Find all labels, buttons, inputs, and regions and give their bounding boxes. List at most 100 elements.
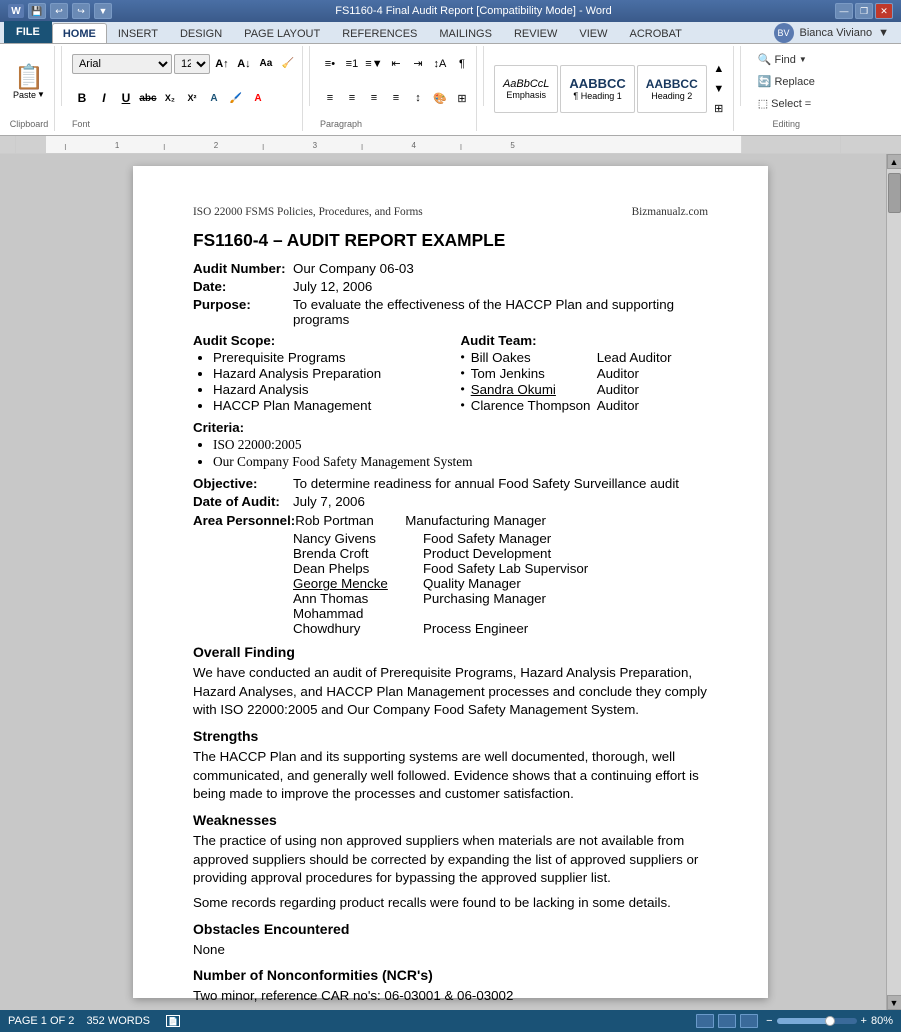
- quick-access-more[interactable]: ▼: [94, 3, 112, 19]
- tab-page-layout[interactable]: PAGE LAYOUT: [233, 23, 331, 43]
- style-heading1[interactable]: AABBCC ¶ Heading 1: [560, 65, 634, 113]
- tab-file[interactable]: FILE: [4, 21, 52, 43]
- ruler-body: 1 2 3 4 5: [15, 136, 841, 153]
- paste-button[interactable]: 📋 Paste ▼: [8, 63, 50, 103]
- redo-btn[interactable]: ↪: [72, 3, 90, 19]
- align-center-btn[interactable]: ≡: [342, 88, 362, 108]
- style-h1-preview: AABBCC: [569, 76, 625, 91]
- subscript-btn[interactable]: X₂: [160, 88, 180, 108]
- criteria-label: Criteria:: [193, 420, 708, 435]
- zoom-out-icon[interactable]: −: [766, 1015, 772, 1027]
- clear-format-btn[interactable]: 🧹: [278, 54, 298, 74]
- justify-btn[interactable]: ≡: [386, 88, 406, 108]
- close-btn[interactable]: ✕: [875, 3, 893, 19]
- scroll-thumb[interactable]: [888, 173, 901, 213]
- italic-btn[interactable]: I: [94, 88, 114, 108]
- styles-scroll-down[interactable]: ▼: [709, 79, 729, 99]
- maximize-btn[interactable]: ❐: [855, 3, 873, 19]
- change-case-btn[interactable]: Aa: [256, 54, 276, 74]
- text-effect-btn[interactable]: A: [204, 88, 224, 108]
- line-spacing-btn[interactable]: ↕: [408, 88, 428, 108]
- area-personnel-section: Area Personnel: Rob Portman Manufacturin…: [193, 513, 708, 636]
- vertical-scrollbar[interactable]: ▲ ▼: [886, 154, 901, 1010]
- svg-text:2: 2: [214, 141, 219, 150]
- align-left-btn[interactable]: ≡: [320, 88, 340, 108]
- personnel-name-6: Mohammad: [293, 606, 423, 621]
- personnel-title-2: Product Development: [423, 546, 551, 561]
- status-right: − + 80%: [696, 1014, 893, 1028]
- grow-font-btn[interactable]: A↑: [212, 54, 232, 74]
- font-color-btn[interactable]: A: [248, 88, 268, 108]
- shrink-font-btn[interactable]: A↓: [234, 54, 254, 74]
- underline-btn[interactable]: U: [116, 88, 136, 108]
- separator-3: [483, 46, 484, 106]
- full-read-btn[interactable]: [718, 1014, 736, 1028]
- minimize-btn[interactable]: —: [835, 3, 853, 19]
- overall-finding-body: We have conducted an audit of Prerequisi…: [193, 664, 708, 720]
- date-of-audit-row: Date of Audit: July 7, 2006: [193, 494, 708, 509]
- styles-more[interactable]: ⊞: [709, 99, 729, 119]
- tab-references[interactable]: REFERENCES: [331, 23, 428, 43]
- highlight-btn[interactable]: 🖌️: [226, 88, 246, 108]
- undo-btn[interactable]: ↩: [50, 3, 68, 19]
- user-dropdown-icon[interactable]: ▼: [878, 27, 889, 39]
- align-right-btn[interactable]: ≡: [364, 88, 384, 108]
- replace-btn[interactable]: 🔄 Replace: [751, 72, 822, 91]
- find-dropdown-icon[interactable]: ▼: [799, 55, 807, 64]
- paste-icon: 📋: [14, 66, 44, 90]
- personnel-name-3: Dean Phelps: [293, 561, 423, 576]
- strikethrough-btn[interactable]: abc: [138, 88, 158, 108]
- font-row-1: Arial 12 A↑ A↓ Aa 🧹: [72, 48, 298, 80]
- web-layout-btn[interactable]: [740, 1014, 758, 1028]
- personnel-row-5: Ann Thomas Purchasing Manager: [193, 591, 708, 606]
- page-header: ISO 22000 FSMS Policies, Procedures, and…: [193, 206, 708, 218]
- increase-indent-btn[interactable]: ⇥: [408, 54, 428, 74]
- tab-view[interactable]: VIEW: [568, 23, 618, 43]
- word-icon: W: [8, 4, 24, 18]
- doc-scroll-area[interactable]: ISO 22000 FSMS Policies, Procedures, and…: [15, 154, 886, 1010]
- shading-btn[interactable]: 🎨: [430, 88, 450, 108]
- audit-scope-list: Prerequisite Programs Hazard Analysis Pr…: [193, 350, 441, 413]
- sort-btn[interactable]: ↕A: [430, 54, 450, 74]
- scope-item-1: Hazard Analysis Preparation: [213, 366, 441, 381]
- font-size-select[interactable]: 12: [174, 54, 210, 74]
- scroll-up-btn[interactable]: ▲: [887, 154, 901, 169]
- quick-save-btn[interactable]: 💾: [28, 3, 46, 19]
- superscript-btn[interactable]: X²: [182, 88, 202, 108]
- scope-item-2: Hazard Analysis: [213, 382, 441, 397]
- zoom-slider[interactable]: − + 80%: [766, 1015, 893, 1027]
- user-avatar: BV: [774, 23, 794, 43]
- paste-dropdown-icon[interactable]: ▼: [37, 90, 45, 99]
- print-layout-btn[interactable]: [696, 1014, 714, 1028]
- multilevel-btn[interactable]: ≡▼: [364, 54, 384, 74]
- zoom-in-icon[interactable]: +: [861, 1015, 867, 1027]
- numbering-btn[interactable]: ≡1: [342, 54, 362, 74]
- find-btn[interactable]: 🔍 Find ▼: [751, 50, 822, 69]
- font-row-2: B I U abc X₂ X² A 🖌️ A: [72, 83, 268, 115]
- bold-btn[interactable]: B: [72, 88, 92, 108]
- style-emphasis[interactable]: AaBbCcL Emphasis: [494, 65, 558, 113]
- select-btn[interactable]: ⬚ Select =: [751, 94, 822, 113]
- decrease-indent-btn[interactable]: ⇤: [386, 54, 406, 74]
- personnel-title-3: Food Safety Lab Supervisor: [423, 561, 588, 576]
- document-page: ISO 22000 FSMS Policies, Procedures, and…: [133, 166, 768, 998]
- team-member-2: • Sandra Okumi Auditor: [461, 382, 709, 397]
- tab-home[interactable]: HOME: [52, 23, 107, 43]
- tab-design[interactable]: DESIGN: [169, 23, 233, 43]
- personnel-row-3: Dean Phelps Food Safety Lab Supervisor: [193, 561, 708, 576]
- separator-2: [309, 46, 310, 106]
- show-marks-btn[interactable]: ¶: [452, 54, 472, 74]
- personnel-title-5: Purchasing Manager: [423, 591, 546, 606]
- tab-review[interactable]: REVIEW: [503, 23, 568, 43]
- tab-insert[interactable]: INSERT: [107, 23, 169, 43]
- style-heading2[interactable]: AABBCC Heading 2: [637, 65, 707, 113]
- tab-acrobat[interactable]: ACROBAT: [618, 23, 692, 43]
- borders-btn[interactable]: ⊞: [452, 88, 472, 108]
- zoom-handle[interactable]: [825, 1016, 835, 1026]
- styles-scroll-up[interactable]: ▲: [709, 59, 729, 79]
- tab-mailings[interactable]: MAILINGS: [428, 23, 503, 43]
- ribbon-group-paragraph: ≡• ≡1 ≡▼ ⇤ ⇥ ↕A ¶ ≡ ≡ ≡ ≡ ↕ 🎨 ⊞ Paragrap…: [316, 46, 477, 131]
- bullets-btn[interactable]: ≡•: [320, 54, 340, 74]
- scroll-down-btn[interactable]: ▼: [887, 995, 901, 1010]
- font-name-select[interactable]: Arial: [72, 54, 172, 74]
